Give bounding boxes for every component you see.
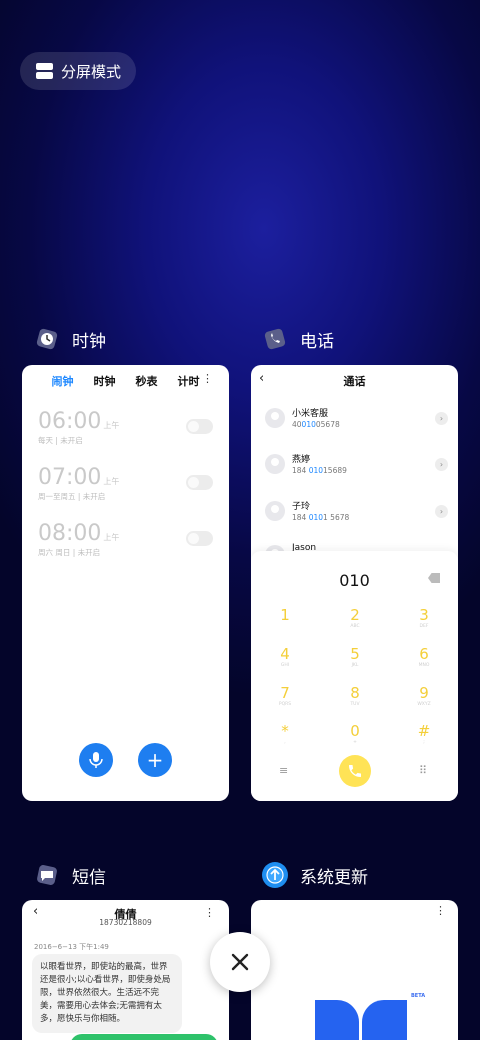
dial-key-7[interactable]: 7 PQRS: [265, 685, 305, 708]
call-button[interactable]: [339, 755, 371, 787]
detail-arrow-icon[interactable]: ›: [435, 505, 448, 518]
alarm-time: 06:00: [38, 409, 102, 434]
green-action-button[interactable]: [70, 1034, 218, 1040]
alarm-desc: 周六 周日 | 未开启: [38, 548, 101, 557]
more-icon[interactable]: ⋮: [204, 906, 215, 919]
microphone-icon: [89, 752, 103, 768]
dial-key-0[interactable]: 0 +: [335, 723, 375, 746]
more-icon[interactable]: ⋮: [435, 904, 446, 917]
tab-timer[interactable]: 计时: [178, 373, 200, 389]
clock-app-icon: [34, 326, 60, 352]
clock-app-header[interactable]: 时钟: [34, 326, 106, 352]
contact-name: 小米客服: [292, 409, 329, 419]
keypad-icon[interactable]: ⠿: [419, 764, 427, 777]
contact-item[interactable]: 子玲 184 0101 5678 ›: [265, 497, 448, 527]
dial-key-3[interactable]: 3 DEF: [404, 607, 444, 630]
alarm-item[interactable]: 07:00 上午 周一至周五 | 未开启: [38, 465, 213, 513]
beta-badge: BETA: [411, 993, 426, 999]
alarm-time: 07:00: [38, 465, 102, 490]
update-app-header[interactable]: 系统更新: [262, 862, 368, 888]
contact-number: 4001005678: [292, 420, 340, 429]
tab-stopwatch[interactable]: 秒表: [136, 373, 158, 389]
alarm-ampm: 上午: [103, 533, 120, 542]
contact-item[interactable]: 小米客服 4001005678 ›: [265, 404, 448, 434]
tab-clock[interactable]: 时钟: [94, 373, 116, 389]
contact-number: 184 01015689: [292, 466, 347, 475]
more-icon[interactable]: ⋮: [202, 372, 213, 385]
alarm-ampm: 上午: [103, 477, 120, 486]
close-icon: [231, 953, 249, 971]
dial-key-9[interactable]: 9 WXYZ: [404, 685, 444, 708]
clock-app-name: 时钟: [72, 331, 106, 352]
alarm-desc: 每天 | 未开启: [38, 436, 83, 445]
alarm-item[interactable]: 08:00 上午 周六 周日 | 未开启: [38, 521, 213, 569]
add-alarm-button[interactable]: +: [138, 743, 172, 777]
dial-key-hash[interactable]: #;: [404, 723, 444, 746]
alarm-toggle[interactable]: [186, 531, 213, 546]
clock-app-card[interactable]: 闹钟 时钟 秒表 计时 ⋮ 06:00 上午 每天 | 未开启 07:00 上午 周…: [22, 365, 229, 801]
update-graphic: [315, 1000, 359, 1040]
alarm-item[interactable]: 06:00 上午 每天 | 未开启: [38, 409, 213, 457]
menu-icon[interactable]: ≡: [279, 764, 288, 777]
sms-timestamp: 2016−6−13 下午1:49: [34, 943, 109, 951]
dial-key-1[interactable]: 1: [265, 607, 305, 624]
dial-key-5[interactable]: 5 JKL: [335, 646, 375, 669]
dialpad: 010 1 2 ABC 3 DEF 4 GHI 5 JKL 6 MNO 7 PQRS 8 TU…: [251, 551, 458, 801]
phone-app-icon: [262, 326, 288, 352]
alarm-toggle[interactable]: [186, 419, 213, 434]
phone-title: 通话: [343, 375, 366, 388]
detail-arrow-icon[interactable]: ›: [435, 458, 448, 471]
contact-item[interactable]: 燕婷 184 01015689 ›: [265, 450, 448, 480]
clear-all-button[interactable]: [210, 932, 270, 992]
avatar: [265, 454, 285, 474]
dialed-number: 010: [339, 571, 370, 590]
message-bubble: 以眼看世界，即使站的最高，世界还是很小;以心看世界，即使身处局限，世界依然很大。…: [32, 954, 182, 1033]
sms-contact-number: 18730218809: [99, 918, 152, 927]
alarm-toggle[interactable]: [186, 475, 213, 490]
dial-key-2[interactable]: 2 ABC: [335, 607, 375, 630]
detail-arrow-icon[interactable]: ›: [435, 412, 448, 425]
dial-key-star[interactable]: *,: [265, 723, 305, 746]
update-app-card[interactable]: ⋮ BETA: [251, 900, 458, 1040]
alarm-ampm: 上午: [103, 421, 120, 430]
sms-app-header[interactable]: 短信: [34, 862, 106, 888]
dial-key-8[interactable]: 8 TUV: [335, 685, 375, 708]
alarm-time: 08:00: [38, 521, 102, 546]
contact-name: 燕婷: [292, 455, 311, 465]
alarm-desc: 周一至周五 | 未开启: [38, 492, 106, 501]
sms-app-icon: [34, 862, 60, 888]
update-graphic: [362, 1000, 407, 1040]
avatar: [265, 408, 285, 428]
update-app-name: 系统更新: [300, 867, 368, 888]
sms-app-name: 短信: [72, 867, 106, 888]
voice-alarm-button[interactable]: [79, 743, 113, 777]
phone-icon: [349, 765, 361, 777]
phone-app-header[interactable]: 电话: [262, 326, 334, 352]
dial-key-6[interactable]: 6 MNO: [404, 646, 444, 669]
phone-app-name: 电话: [300, 331, 334, 352]
contact-number: 184 0101 5678: [292, 513, 350, 522]
avatar: [265, 501, 285, 521]
tab-alarm[interactable]: 闹钟: [52, 373, 74, 389]
update-app-icon: [262, 862, 288, 888]
dial-key-4[interactable]: 4 GHI: [265, 646, 305, 669]
split-screen-icon: [36, 63, 53, 79]
plus-icon: +: [146, 748, 164, 772]
sms-app-card[interactable]: ‹ 倩倩 18730218809 ⋮ 2016−6−13 下午1:49 以眼看世…: [22, 900, 229, 1040]
split-screen-label: 分屏模式: [61, 62, 122, 81]
contact-name: 子玲: [292, 502, 311, 512]
split-screen-button[interactable]: 分屏模式: [20, 52, 136, 90]
phone-app-card[interactable]: ‹ 通话 小米客服 4001005678 › 燕婷 184 01015689 ›…: [251, 365, 458, 801]
